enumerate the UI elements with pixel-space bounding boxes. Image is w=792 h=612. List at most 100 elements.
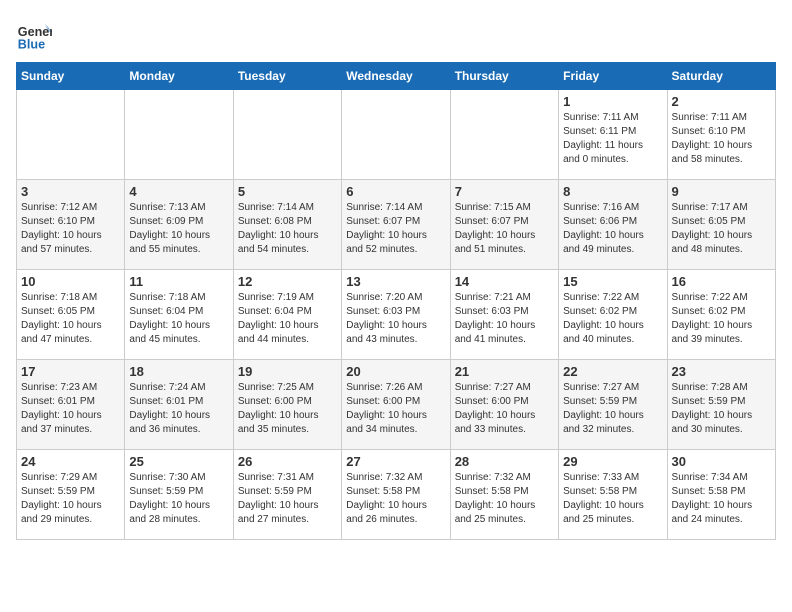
day-cell: 23Sunrise: 7:28 AM Sunset: 5:59 PM Dayli… — [667, 360, 775, 450]
day-info: Sunrise: 7:27 AM Sunset: 6:00 PM Dayligh… — [455, 381, 554, 437]
weekday-header-monday: Monday — [125, 63, 233, 90]
day-cell — [17, 90, 125, 180]
day-info: Sunrise: 7:13 AM Sunset: 6:09 PM Dayligh… — [129, 201, 228, 257]
day-number: 9 — [672, 184, 771, 199]
day-cell: 3 Sunrise: 7:12 AM Sunset: 6:10 PM Daylig… — [17, 180, 125, 270]
day-info: Sunrise: 7:33 AM Sunset: 5:58 PM Dayligh… — [563, 471, 662, 527]
day-number: 27 — [346, 454, 445, 469]
day-cell: 4 Sunrise: 7:13 AM Sunset: 6:09 PM Daylig… — [125, 180, 233, 270]
weekday-header-wednesday: Wednesday — [342, 63, 450, 90]
day-cell: 22Sunrise: 7:27 AM Sunset: 5:59 PM Dayli… — [559, 360, 667, 450]
day-number: 3 — [21, 184, 120, 199]
day-cell: 19 Sunrise: 7:25 AM Sunset: 6:00 PM Dayli… — [233, 360, 341, 450]
day-cell: 24 Sunrise: 7:29 AM Sunset: 5:59 PM Dayli… — [17, 450, 125, 540]
day-cell: 27 Sunrise: 7:32 AM Sunset: 5:58 PM Dayli… — [342, 450, 450, 540]
day-number: 23 — [672, 364, 771, 379]
day-info: Sunrise: 7:25 AM Sunset: 6:00 PM Dayligh… — [238, 381, 337, 437]
day-info: Sunrise: 7:29 AM Sunset: 5:59 PM Dayligh… — [21, 471, 120, 527]
day-info: Sunrise: 7:24 AM Sunset: 6:01 PM Dayligh… — [129, 381, 228, 437]
day-cell: 15 Sunrise: 7:22 AM Sunset: 6:02 PM Dayli… — [559, 270, 667, 360]
day-info: Sunrise: 7:30 AM Sunset: 5:59 PM Dayligh… — [129, 471, 228, 527]
day-info: Sunrise: 7:26 AM Sunset: 6:00 PM Dayligh… — [346, 381, 445, 437]
day-cell: 1 Sunrise: 7:11 AM Sunset: 6:11 PM Daylig… — [559, 90, 667, 180]
day-info: Sunrise: 7:32 AM Sunset: 5:58 PM Dayligh… — [346, 471, 445, 527]
day-number: 18 — [129, 364, 228, 379]
day-cell — [233, 90, 341, 180]
day-cell: 12 Sunrise: 7:19 AM Sunset: 6:04 PM Dayli… — [233, 270, 341, 360]
day-info: Sunrise: 7:14 AM Sunset: 6:08 PM Dayligh… — [238, 201, 337, 257]
day-cell: 17 Sunrise: 7:23 AM Sunset: 6:01 PM Dayli… — [17, 360, 125, 450]
week-row-1: 1 Sunrise: 7:11 AM Sunset: 6:11 PM Daylig… — [17, 90, 776, 180]
day-number: 24 — [21, 454, 120, 469]
weekday-header-sunday: Sunday — [17, 63, 125, 90]
day-info: Sunrise: 7:27 AM Sunset: 5:59 PM Dayligh… — [563, 381, 662, 437]
week-row-3: 10Sunrise: 7:18 AM Sunset: 6:05 PM Dayli… — [17, 270, 776, 360]
day-info: Sunrise: 7:17 AM Sunset: 6:05 PM Dayligh… — [672, 201, 771, 257]
day-info: Sunrise: 7:14 AM Sunset: 6:07 PM Dayligh… — [346, 201, 445, 257]
day-number: 11 — [129, 274, 228, 289]
day-cell: 5 Sunrise: 7:14 AM Sunset: 6:08 PM Daylig… — [233, 180, 341, 270]
day-cell: 2 Sunrise: 7:11 AM Sunset: 6:10 PM Daylig… — [667, 90, 775, 180]
day-number: 17 — [21, 364, 120, 379]
day-number: 8 — [563, 184, 662, 199]
day-number: 6 — [346, 184, 445, 199]
day-number: 20 — [346, 364, 445, 379]
day-number: 26 — [238, 454, 337, 469]
day-cell: 25 Sunrise: 7:30 AM Sunset: 5:59 PM Dayli… — [125, 450, 233, 540]
day-cell: 18 Sunrise: 7:24 AM Sunset: 6:01 PM Dayli… — [125, 360, 233, 450]
day-info: Sunrise: 7:19 AM Sunset: 6:04 PM Dayligh… — [238, 291, 337, 347]
day-cell — [450, 90, 558, 180]
day-info: Sunrise: 7:31 AM Sunset: 5:59 PM Dayligh… — [238, 471, 337, 527]
day-cell: 10Sunrise: 7:18 AM Sunset: 6:05 PM Dayli… — [17, 270, 125, 360]
day-cell: 21Sunrise: 7:27 AM Sunset: 6:00 PM Dayli… — [450, 360, 558, 450]
day-number: 5 — [238, 184, 337, 199]
day-number: 28 — [455, 454, 554, 469]
day-info: Sunrise: 7:32 AM Sunset: 5:58 PM Dayligh… — [455, 471, 554, 527]
weekday-header-friday: Friday — [559, 63, 667, 90]
day-number: 2 — [672, 94, 771, 109]
svg-text:Blue: Blue — [18, 37, 45, 51]
logo-icon: General Blue — [16, 16, 52, 52]
page-header: General Blue — [16, 16, 776, 52]
day-number: 1 — [563, 94, 662, 109]
day-cell: 30Sunrise: 7:34 AM Sunset: 5:58 PM Dayli… — [667, 450, 775, 540]
day-number: 15 — [563, 274, 662, 289]
day-cell: 26 Sunrise: 7:31 AM Sunset: 5:59 PM Dayli… — [233, 450, 341, 540]
day-cell: 13 Sunrise: 7:20 AM Sunset: 6:03 PM Dayli… — [342, 270, 450, 360]
day-cell: 29Sunrise: 7:33 AM Sunset: 5:58 PM Dayli… — [559, 450, 667, 540]
weekday-header-thursday: Thursday — [450, 63, 558, 90]
day-info: Sunrise: 7:16 AM Sunset: 6:06 PM Dayligh… — [563, 201, 662, 257]
day-info: Sunrise: 7:22 AM Sunset: 6:02 PM Dayligh… — [672, 291, 771, 347]
day-info: Sunrise: 7:21 AM Sunset: 6:03 PM Dayligh… — [455, 291, 554, 347]
day-cell: 16 Sunrise: 7:22 AM Sunset: 6:02 PM Dayli… — [667, 270, 775, 360]
day-cell: 14Sunrise: 7:21 AM Sunset: 6:03 PM Dayli… — [450, 270, 558, 360]
day-number: 16 — [672, 274, 771, 289]
day-number: 13 — [346, 274, 445, 289]
day-info: Sunrise: 7:12 AM Sunset: 6:10 PM Dayligh… — [21, 201, 120, 257]
day-number: 12 — [238, 274, 337, 289]
calendar-table: SundayMondayTuesdayWednesdayThursdayFrid… — [16, 62, 776, 540]
day-info: Sunrise: 7:22 AM Sunset: 6:02 PM Dayligh… — [563, 291, 662, 347]
day-info: Sunrise: 7:34 AM Sunset: 5:58 PM Dayligh… — [672, 471, 771, 527]
week-row-2: 3 Sunrise: 7:12 AM Sunset: 6:10 PM Daylig… — [17, 180, 776, 270]
day-info: Sunrise: 7:15 AM Sunset: 6:07 PM Dayligh… — [455, 201, 554, 257]
day-number: 25 — [129, 454, 228, 469]
day-number: 4 — [129, 184, 228, 199]
weekday-header-row: SundayMondayTuesdayWednesdayThursdayFrid… — [17, 63, 776, 90]
day-cell: 6 Sunrise: 7:14 AM Sunset: 6:07 PM Daylig… — [342, 180, 450, 270]
day-info: Sunrise: 7:11 AM Sunset: 6:10 PM Dayligh… — [672, 111, 771, 167]
day-cell — [125, 90, 233, 180]
day-cell: 28 Sunrise: 7:32 AM Sunset: 5:58 PM Dayli… — [450, 450, 558, 540]
weekday-header-tuesday: Tuesday — [233, 63, 341, 90]
day-info: Sunrise: 7:23 AM Sunset: 6:01 PM Dayligh… — [21, 381, 120, 437]
day-number: 7 — [455, 184, 554, 199]
day-info: Sunrise: 7:20 AM Sunset: 6:03 PM Dayligh… — [346, 291, 445, 347]
day-info: Sunrise: 7:18 AM Sunset: 6:04 PM Dayligh… — [129, 291, 228, 347]
week-row-5: 24 Sunrise: 7:29 AM Sunset: 5:59 PM Dayli… — [17, 450, 776, 540]
day-cell: 11 Sunrise: 7:18 AM Sunset: 6:04 PM Dayli… — [125, 270, 233, 360]
day-cell: 8 Sunrise: 7:16 AM Sunset: 6:06 PM Daylig… — [559, 180, 667, 270]
day-number: 19 — [238, 364, 337, 379]
day-cell: 9 Sunrise: 7:17 AM Sunset: 6:05 PM Daylig… — [667, 180, 775, 270]
day-cell: 20 Sunrise: 7:26 AM Sunset: 6:00 PM Dayli… — [342, 360, 450, 450]
day-info: Sunrise: 7:11 AM Sunset: 6:11 PM Dayligh… — [563, 111, 662, 167]
